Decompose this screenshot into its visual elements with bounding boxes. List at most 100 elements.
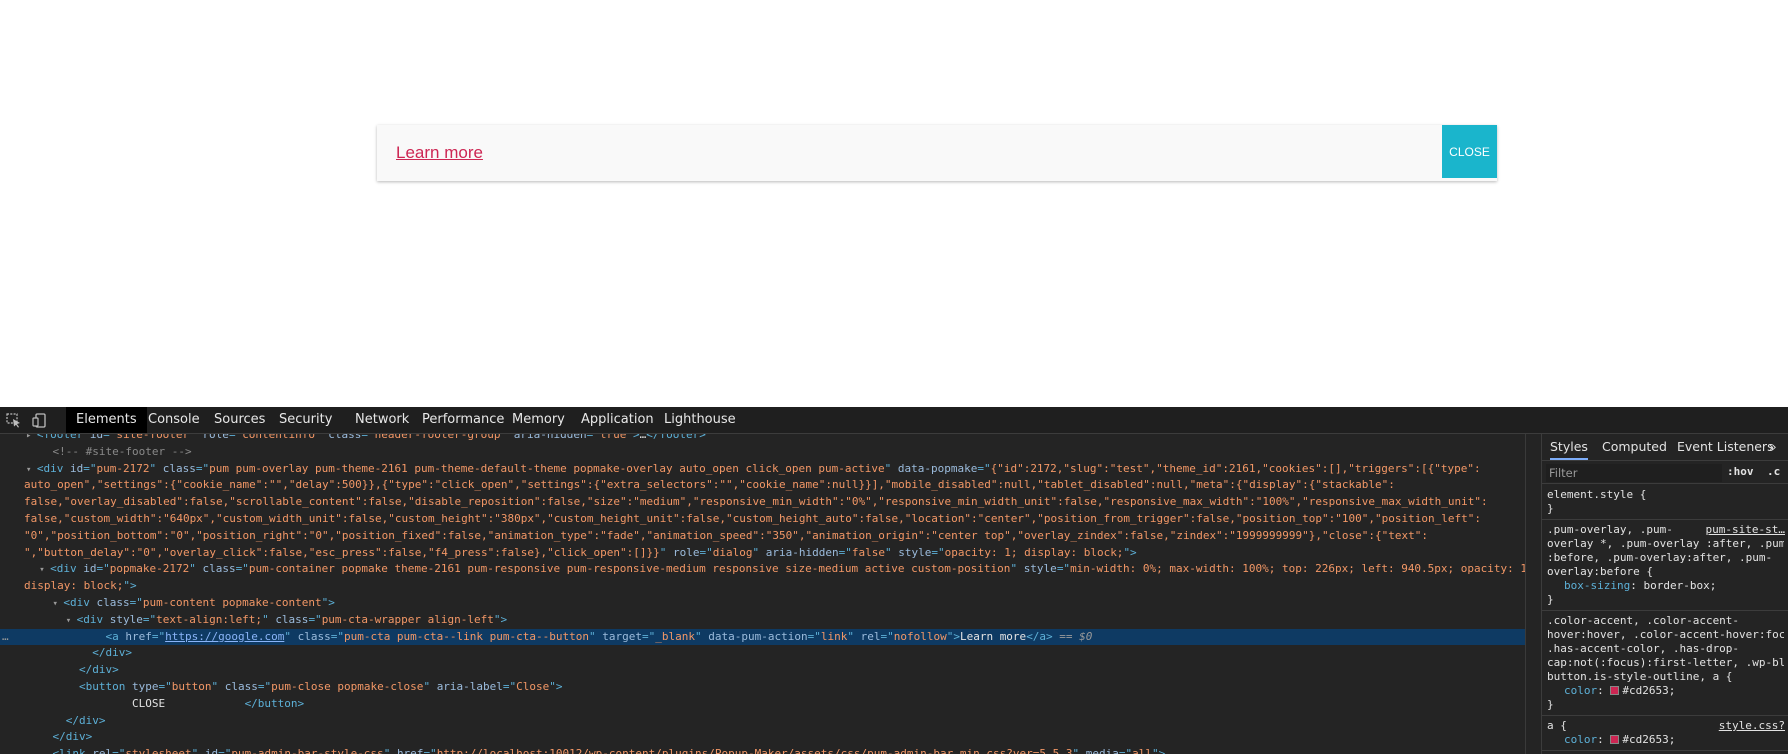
rule-source-link[interactable]: pum-site-st… bbox=[1706, 523, 1785, 537]
inspect-element-icon[interactable] bbox=[6, 413, 22, 428]
dom-node[interactable]: </div> bbox=[0, 729, 1525, 746]
code-token: class bbox=[328, 434, 362, 441]
code-token: " bbox=[191, 747, 205, 754]
code-token: pum pum-overlay pum-theme-2161 pum-theme… bbox=[209, 461, 885, 475]
rule-close-brace: } bbox=[1547, 698, 1554, 711]
collapse-triangle-icon[interactable]: ▾ bbox=[53, 599, 64, 609]
code-token: =" bbox=[807, 629, 821, 643]
code-token: =" bbox=[103, 434, 117, 441]
dom-node[interactable]: ▾ <div class="pum-content popmake-conten… bbox=[0, 595, 1525, 612]
code-token: pum-content popmake-content bbox=[142, 595, 322, 609]
code-token: =" bbox=[195, 461, 210, 475]
tab-lighthouse[interactable]: Lighthouse bbox=[654, 407, 746, 433]
code-token: =" bbox=[699, 545, 713, 559]
code-token: =" bbox=[586, 434, 600, 441]
css-declaration[interactable]: color: #cd2653; bbox=[1547, 733, 1784, 747]
code-token: =" bbox=[151, 629, 166, 643]
css-rule[interactable]: .color-accent, .color-accent-hover:hover… bbox=[1542, 611, 1788, 716]
code-token: target bbox=[602, 629, 642, 643]
node-actions-icon[interactable]: … bbox=[2, 629, 9, 646]
code-token: </a> bbox=[1026, 629, 1053, 643]
dom-node[interactable]: display: block;"> bbox=[0, 578, 1525, 595]
code-token: media bbox=[1085, 747, 1119, 754]
color-swatch-icon[interactable] bbox=[1610, 686, 1620, 695]
color-swatch-icon[interactable] bbox=[1610, 735, 1620, 744]
rule-selector: overlay *, .pum-overlay :after, .pum- bbox=[1547, 537, 1784, 550]
css-value: #cd2653; bbox=[1622, 733, 1676, 746]
dom-node[interactable]: false,"custom_width":"640px","custom_wid… bbox=[0, 511, 1525, 528]
code-token: site-footer bbox=[116, 434, 190, 441]
code-token: =" bbox=[235, 562, 249, 576]
tab-sources[interactable]: Sources bbox=[204, 407, 275, 433]
css-rule[interactable]: pum-site-st… .pum-overlay, .pum-overlay *… bbox=[1542, 520, 1788, 611]
dom-node[interactable]: </div> bbox=[0, 645, 1525, 662]
css-value: #cd2653; bbox=[1622, 684, 1676, 697]
code-token: "> bbox=[626, 434, 640, 441]
code-token: " bbox=[315, 434, 329, 441]
tab-network[interactable]: Network bbox=[345, 407, 419, 433]
tab-elements[interactable]: Elements bbox=[66, 407, 147, 433]
class-toggle-button[interactable]: .c bbox=[1767, 465, 1780, 478]
tab-performance[interactable]: Performance bbox=[412, 407, 514, 433]
code-token: </div> bbox=[65, 713, 106, 727]
rule-selector: hover:hover, .color-accent-hover:focus, bbox=[1547, 628, 1784, 641]
code-token: =" bbox=[142, 612, 157, 626]
dom-node[interactable]: ▸ <footer id="site-footer" role="content… bbox=[0, 434, 1525, 444]
css-rule[interactable]: element.style {} bbox=[1542, 485, 1788, 520]
styles-tab-computed[interactable]: Computed bbox=[1602, 434, 1667, 460]
tab-console[interactable]: Console bbox=[138, 407, 210, 433]
dom-node[interactable]: ▾ <div id="popmake-2172" class="pum-cont… bbox=[0, 561, 1525, 578]
code-token: =" bbox=[228, 434, 243, 441]
code-token: aria-label bbox=[436, 679, 503, 693]
dom-node-selected[interactable]: … <a href="https://google.com" class="pu… bbox=[0, 628, 1525, 646]
elements-scrollbar[interactable] bbox=[1525, 434, 1541, 754]
collapse-triangle-icon[interactable]: ▾ bbox=[26, 465, 37, 475]
styles-tab-more[interactable]: » bbox=[1769, 434, 1777, 460]
code-token: <button bbox=[79, 679, 132, 693]
dom-node[interactable]: ▾ <div style="text-align:left;" class="p… bbox=[0, 612, 1525, 629]
elements-dom-tree[interactable]: ▸ <footer id="site-footer" role="content… bbox=[0, 434, 1525, 754]
learn-more-link[interactable]: Learn more bbox=[396, 143, 483, 163]
dom-node[interactable]: <button type="button" class="pum-close p… bbox=[0, 679, 1525, 696]
rule-source-link[interactable]: style.css? bbox=[1719, 719, 1785, 733]
dom-node[interactable]: <link rel="stylesheet" id="pum-admin-bar… bbox=[0, 746, 1525, 754]
rule-selector: overlay:before { bbox=[1547, 565, 1653, 578]
dom-node[interactable]: auto_open","settings":{"cookie_name":"",… bbox=[0, 477, 1525, 494]
dom-node[interactable]: ▾ <div id="pum-2172" class="pum pum-over… bbox=[0, 461, 1525, 478]
css-declaration[interactable]: color: #cd2653; bbox=[1547, 684, 1784, 698]
code-token: pum-cta pum-cta--link pum-cta--button bbox=[343, 629, 589, 643]
tab-security[interactable]: Security bbox=[269, 407, 342, 433]
collapse-triangle-icon[interactable]: ▾ bbox=[39, 565, 50, 575]
code-token: "0","position_bottom":"0","position_righ… bbox=[24, 528, 1428, 542]
dom-node[interactable]: CLOSE </button> bbox=[0, 696, 1525, 713]
device-toolbar-icon[interactable] bbox=[32, 413, 48, 428]
hov-toggle-button[interactable]: :hov bbox=[1727, 465, 1754, 478]
css-declaration[interactable]: box-sizing: border-box; bbox=[1547, 579, 1784, 593]
popup-close-button[interactable]: CLOSE bbox=[1442, 125, 1497, 178]
href-link[interactable]: https://google.com bbox=[165, 630, 284, 643]
code-token: <div bbox=[50, 562, 84, 576]
code-token: link bbox=[820, 629, 848, 643]
dom-node[interactable]: <!-- #site-footer --> bbox=[0, 444, 1525, 461]
styles-filter-bar: :hov .c bbox=[1542, 462, 1788, 484]
code-token: type bbox=[131, 679, 159, 693]
dom-node[interactable]: false,"overlay_disabled":false,"scrollab… bbox=[0, 494, 1525, 511]
code-token: " bbox=[149, 461, 163, 475]
code-token: =" bbox=[218, 747, 232, 754]
tab-memory[interactable]: Memory bbox=[502, 407, 575, 433]
code-token: id bbox=[69, 461, 84, 475]
styles-filter-input[interactable] bbox=[1546, 464, 1722, 482]
css-rule[interactable]: style.css? a {color: #cd2653; bbox=[1542, 716, 1788, 751]
dom-node[interactable]: </div> bbox=[0, 662, 1525, 679]
expand-triangle-icon[interactable]: ▸ bbox=[26, 434, 37, 441]
tab-application[interactable]: Application bbox=[571, 407, 664, 433]
styles-tab-styles[interactable]: Styles bbox=[1550, 434, 1588, 460]
dom-node[interactable]: "0","position_bottom":"0","position_righ… bbox=[0, 528, 1525, 545]
dom-node[interactable]: </div> bbox=[0, 713, 1525, 730]
collapse-triangle-icon[interactable]: ▾ bbox=[66, 616, 77, 626]
code-token: style bbox=[109, 612, 143, 626]
code-token: " bbox=[1010, 562, 1024, 576]
rule-selector: .has-accent-color, .has-drop- bbox=[1547, 642, 1740, 655]
dom-node[interactable]: ","button_delay":"0","overlay_click":fal… bbox=[0, 545, 1525, 562]
styles-tab-event-listeners[interactable]: Event Listeners bbox=[1677, 434, 1774, 460]
